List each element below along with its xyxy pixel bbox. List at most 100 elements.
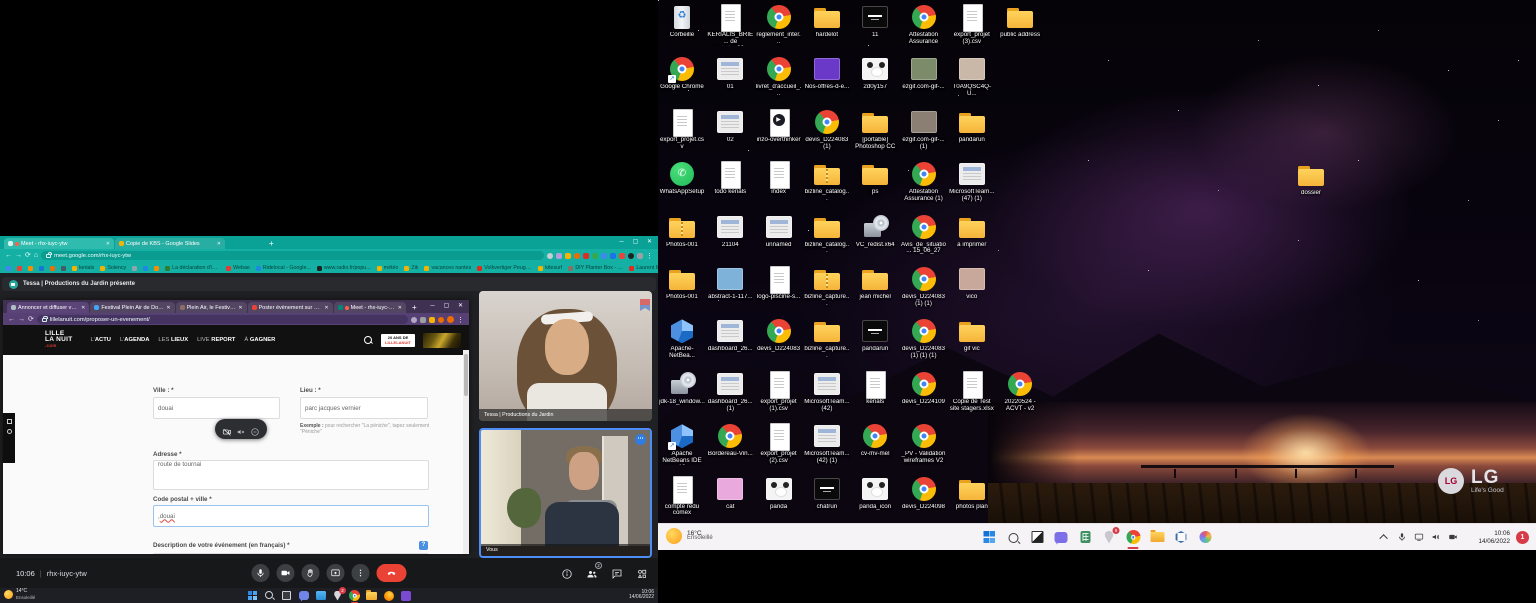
bookmark-item[interactable]: DIY Planter Box - C... (568, 265, 623, 271)
taskbar-explorer-icon[interactable] (315, 590, 326, 601)
chevron-up-icon[interactable] (1379, 532, 1390, 543)
site-nav-item[interactable]: L'ACTU (91, 337, 111, 343)
desktop-icon[interactable]: MicrosoftTeam... (42) (804, 370, 850, 413)
menu-kebab-icon[interactable]: ⋮ (646, 252, 653, 260)
desktop-icon[interactable]: pandarun (852, 317, 898, 353)
tray-mic-icon[interactable] (1396, 532, 1407, 543)
bookmark-item[interactable]: Solency (100, 265, 126, 271)
desktop-icon[interactable]: ▶inzo-overthinker (756, 108, 802, 144)
extension-icon[interactable] (628, 253, 634, 259)
desktop-icon[interactable]: VC_redist.x64 (852, 213, 898, 249)
desktop-icon[interactable]: livret_d'accueil_... (756, 55, 802, 98)
address-bar[interactable]: meet.google.com/rhx-iuyc-ytw (41, 251, 544, 260)
desktop-icon[interactable]: dashboard_26... (707, 317, 753, 353)
desktop-icon[interactable]: export_projet (3).csv (949, 3, 995, 46)
extension-icon[interactable] (438, 317, 444, 323)
taskbar-search-icon[interactable] (264, 590, 275, 601)
bookmark-item[interactable]: kitesurf (538, 265, 562, 271)
bookmark-item[interactable] (50, 266, 55, 271)
menu-kebab-icon[interactable]: ⋮ (457, 316, 464, 324)
bookmark-item[interactable]: www.radio.fr/popu... (317, 265, 371, 271)
bookmark-item[interactable] (61, 266, 66, 271)
tile-options-icon[interactable]: ⋯ (635, 434, 646, 445)
desktop-icon[interactable]: export_projet (1).csv (756, 370, 802, 413)
extension-icon[interactable] (411, 317, 417, 323)
forward-icon[interactable]: → (15, 249, 22, 262)
participant-video-vous[interactable]: ⋯ Vous (479, 428, 652, 558)
desktop-icon[interactable]: ezgif.com-gif-... (1) (901, 108, 947, 151)
desktop-icon[interactable]: devis_D224109 (901, 370, 947, 406)
bookmark-item[interactable] (39, 266, 44, 271)
desktop-icon[interactable]: cat (707, 475, 753, 511)
desktop-icon[interactable]: todo kerials (707, 160, 753, 196)
close-icon[interactable]: ✕ (217, 241, 221, 247)
ville-input[interactable] (153, 397, 280, 419)
desktop-icon[interactable]: Photos-001 (659, 265, 705, 301)
bookmark-item[interactable] (28, 266, 33, 271)
bookmark-item[interactable] (17, 266, 22, 271)
help-badge[interactable]: ? (419, 541, 428, 550)
bookmark-item[interactable]: météo (377, 265, 399, 271)
desktop-icon[interactable]: chatrun (804, 475, 850, 511)
tray-vol-icon[interactable] (1430, 532, 1441, 543)
desktop-icon[interactable]: devis_D224083 (1) (804, 108, 850, 151)
extension-icon[interactable] (592, 253, 598, 259)
taskbar-task-view-icon[interactable] (281, 590, 292, 601)
desktop-icon[interactable]: Photos-001 (659, 213, 705, 249)
desktop-icon[interactable]: bizline_capture... (804, 317, 850, 360)
desktop-icon[interactable]: Copie de Test site stagers.xlsx (949, 370, 995, 413)
present-button[interactable] (327, 564, 345, 582)
desktop-icon[interactable]: devis_D224083 (756, 317, 802, 353)
desktop-icon[interactable]: logo-piscine-s... (756, 265, 802, 301)
bold-icon[interactable]: B (202, 554, 207, 555)
maximize-icon[interactable]: ▢ (440, 300, 453, 312)
browser-tab[interactable]: Copie de KBS - Google Slides✕ (115, 238, 225, 249)
desktop-icon[interactable]: compte redu comex (659, 475, 705, 518)
site-nav-item[interactable]: LES LIEUX (158, 337, 188, 343)
minimize-icon[interactable]: ─ (615, 236, 628, 248)
media-icon[interactable]: ▦ (286, 554, 292, 555)
extension-icon[interactable] (565, 253, 571, 259)
taskbar-clock[interactable]: 10:06 14/06/2022 (629, 590, 654, 602)
extension-icon[interactable] (583, 253, 589, 259)
taskbar-calculator-icon[interactable] (1078, 530, 1093, 545)
desktop-icon[interactable]: panda_icon (852, 475, 898, 511)
site-nav-item[interactable]: LIVE REPORT (197, 337, 235, 343)
home-icon[interactable]: ⌂ (34, 249, 38, 262)
taskbar-firefox-icon[interactable] (383, 590, 394, 601)
desktop-icon[interactable]: dossier (1288, 161, 1334, 197)
lieu-input[interactable] (300, 397, 428, 419)
adresse-textarea[interactable]: route de tournai (153, 460, 429, 490)
desktop-icon[interactable]: 11 (852, 3, 898, 39)
desktop-icon[interactable]: pandarun (949, 108, 995, 144)
desktop-icon[interactable]: reglement_inter... (756, 3, 802, 46)
desktop-icon[interactable]: jean michel (852, 265, 898, 301)
site-logo[interactable]: LILLE LA NUIT .com (45, 331, 73, 349)
extension-icon[interactable] (601, 253, 607, 259)
browser-tab[interactable]: Poster évènement sur Lil...✕ (248, 302, 333, 313)
extension-icon[interactable] (420, 317, 426, 323)
taskbar-pin-icon[interactable]: 9 (1102, 530, 1117, 545)
desktop-icon[interactable]: public address (997, 3, 1043, 39)
desktop-icon[interactable]: devis_D224083 (1) (1) (1) (901, 317, 947, 360)
bookmark-item[interactable]: Webae (226, 265, 250, 271)
desktop-icon[interactable]: Apache-NetBea... (659, 317, 705, 360)
desktop-icon[interactable]: photos plan (949, 475, 995, 511)
desktop-icon[interactable]: abstract-1-117... (707, 265, 753, 301)
taskbar-chrome-icon[interactable] (1126, 530, 1141, 545)
quote-icon[interactable]: “ (239, 554, 241, 555)
social-ribbon[interactable] (3, 413, 15, 463)
desktop-icon[interactable]: a imprimer (949, 213, 995, 249)
tray-cam-icon[interactable] (1447, 532, 1458, 543)
desktop-icon[interactable]: jdk-18_window... (659, 370, 705, 406)
desktop-icon[interactable]: Nos-offres-d-e... (804, 55, 850, 91)
desktop-icon[interactable]: ♻Corbeille (659, 3, 705, 39)
bookmark-item[interactable]: vacances nantes (424, 265, 471, 271)
taskbar-clock[interactable]: 10:06 14/06/2022 (1478, 530, 1510, 545)
taskbar-hexagon-icon[interactable] (1174, 530, 1189, 545)
desktop-icon[interactable]: gif vic (949, 317, 995, 353)
bookmark-item[interactable] (6, 266, 11, 271)
close-icon[interactable]: ✕ (643, 236, 656, 248)
participant-video-tessa[interactable]: Tessa | Productions du Jardin (479, 291, 652, 421)
taskbar-start-icon[interactable] (982, 530, 997, 545)
